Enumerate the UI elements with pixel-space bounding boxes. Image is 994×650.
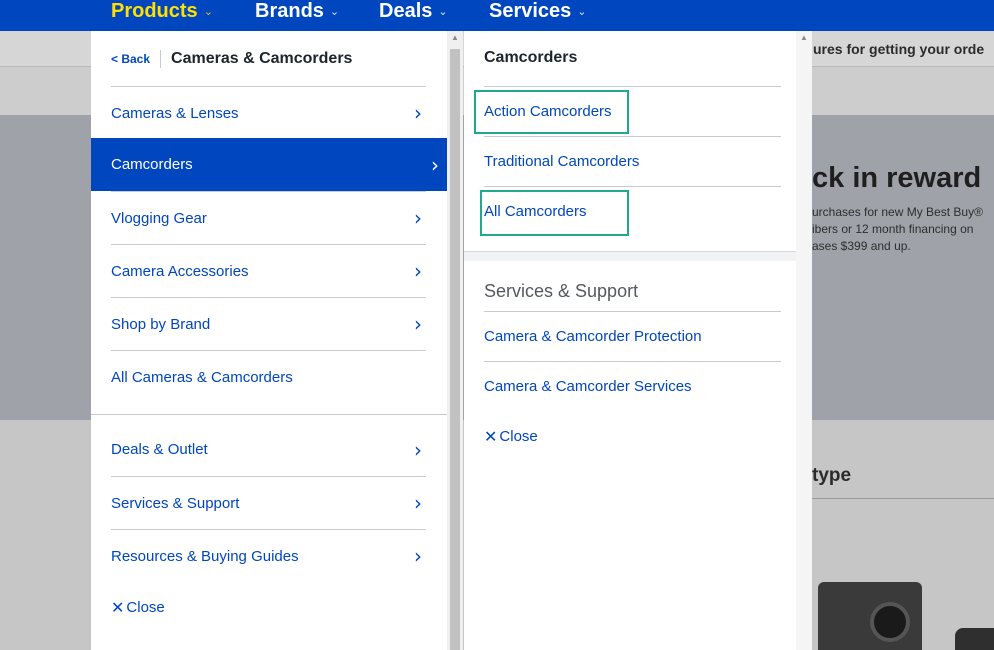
submenu-section-title: Services & Support xyxy=(484,281,639,301)
submenu-item-label: Camera & Camcorder Protection xyxy=(484,328,702,345)
nav-item-deals[interactable]: Deals ⌄ xyxy=(379,0,448,25)
background-camera-image xyxy=(818,582,922,650)
chevron-right-icon: › xyxy=(414,544,422,568)
menu-item-label: Shop by Brand xyxy=(111,315,211,333)
submenu-title: Camcorders xyxy=(484,49,578,66)
left-panel-scrollbar[interactable]: ▲ xyxy=(447,31,463,650)
chevron-right-icon: › xyxy=(431,152,439,177)
chevron-right-icon: › xyxy=(414,437,422,462)
right-panel-scrollbar[interactable]: ▲ xyxy=(796,31,812,650)
left-menu-title: Cameras & Camcorders xyxy=(171,50,353,67)
menu-item-label: Deals & Outlet xyxy=(111,441,208,458)
submenu-item-all-camcorders[interactable]: All Camcorders xyxy=(484,186,781,236)
menu-item-resources-buying-guides[interactable]: Resources & Buying Guides › xyxy=(111,529,426,582)
menu-item-label: Camera Accessories xyxy=(111,262,249,280)
menu-item-label: All Cameras & Camcorders xyxy=(111,368,293,386)
close-label: Close xyxy=(126,599,165,616)
submenu-item-label: Camera & Camcorder Services xyxy=(484,378,692,395)
chevron-right-icon: › xyxy=(414,312,422,336)
background-banner-text: ures for getting your orde xyxy=(813,41,985,57)
close-label: Close xyxy=(499,428,538,445)
submenu-item-traditional-camcorders[interactable]: Traditional Camcorders xyxy=(484,136,781,186)
background-divider xyxy=(812,498,994,499)
nav-label: Services xyxy=(489,0,572,22)
left-menu-close-button[interactable]: ✕ Close xyxy=(111,598,165,617)
menu-item-label: Camcorders xyxy=(111,156,193,173)
submenu-item-label: Action Camcorders xyxy=(484,103,612,120)
back-link[interactable]: < Back xyxy=(111,50,162,68)
nav-item-products[interactable]: Products ⌄ xyxy=(111,0,213,25)
background-section-heading: type xyxy=(812,465,852,486)
menu-item-services-support[interactable]: Services & Support › xyxy=(111,476,426,529)
chevron-right-icon: › xyxy=(414,259,422,283)
chevron-right-icon: › xyxy=(414,206,422,230)
chevron-down-icon: ⌄ xyxy=(203,5,213,18)
menu-item-label: Vlogging Gear xyxy=(111,209,207,227)
nav-label: Brands xyxy=(255,0,324,22)
background-hero-heading: ck in reward xyxy=(812,162,982,194)
menu-item-shop-by-brand[interactable]: Shop by Brand › xyxy=(111,297,426,350)
chevron-right-icon: › xyxy=(414,491,422,515)
nav-label: Deals xyxy=(379,0,433,22)
submenu-item-label: All Camcorders xyxy=(484,203,587,220)
menu-item-camera-accessories[interactable]: Camera Accessories › xyxy=(111,244,426,297)
chevron-down-icon: ⌄ xyxy=(329,5,340,18)
submenu-item-label: Traditional Camcorders xyxy=(484,153,640,170)
chevron-down-icon: ⌄ xyxy=(438,5,448,18)
top-navigation-bar: Products ⌄ Brands ⌄ Deals ⌄ Services ⌄ xyxy=(0,0,994,31)
menu-item-label: Services & Support xyxy=(111,494,240,512)
scrollbar-thumb[interactable] xyxy=(450,49,460,650)
close-icon: ✕ xyxy=(111,598,125,617)
background-hero-line: ibers or 12 month financing on xyxy=(812,222,974,236)
background-hero-line: ases $399 and up. xyxy=(812,239,911,253)
menu-item-vlogging-gear[interactable]: Vlogging Gear › xyxy=(111,191,426,244)
menu-item-cameras-lenses[interactable]: Cameras & Lenses › xyxy=(111,86,426,139)
camera-lens xyxy=(870,602,910,642)
menu-item-camcorders[interactable]: Camcorders › xyxy=(91,138,447,191)
submenu-section-band xyxy=(464,251,796,261)
menu-section-divider xyxy=(91,414,447,415)
chevron-down-icon: ⌄ xyxy=(577,5,587,18)
close-icon: ✕ xyxy=(484,427,498,446)
menu-item-label: Cameras & Lenses xyxy=(111,104,239,122)
background-camera-image-2 xyxy=(955,628,994,650)
nav-item-services[interactable]: Services ⌄ xyxy=(489,0,587,25)
submenu-item-camera-protection[interactable]: Camera & Camcorder Protection xyxy=(484,311,781,361)
chevron-right-icon: › xyxy=(414,101,422,125)
menu-item-label: Resources & Buying Guides xyxy=(111,547,299,565)
submenu-item-action-camcorders[interactable]: Action Camcorders xyxy=(484,86,781,136)
nav-item-brands[interactable]: Brands ⌄ xyxy=(255,0,339,25)
left-menu-header: < Back Cameras & Camcorders xyxy=(111,46,352,72)
background-hero-line: urchases for new My Best Buy® xyxy=(812,205,983,219)
scroll-up-arrow-icon[interactable]: ▲ xyxy=(796,33,812,42)
scroll-up-arrow-icon[interactable]: ▲ xyxy=(447,33,463,42)
menu-item-all-cameras-camcorders[interactable]: All Cameras & Camcorders xyxy=(111,350,426,403)
menu-item-deals-outlet[interactable]: Deals & Outlet › xyxy=(111,423,426,476)
right-menu-close-button[interactable]: ✕ Close xyxy=(484,427,538,446)
nav-label: Products xyxy=(111,0,198,22)
submenu-item-camera-services[interactable]: Camera & Camcorder Services xyxy=(484,361,781,411)
